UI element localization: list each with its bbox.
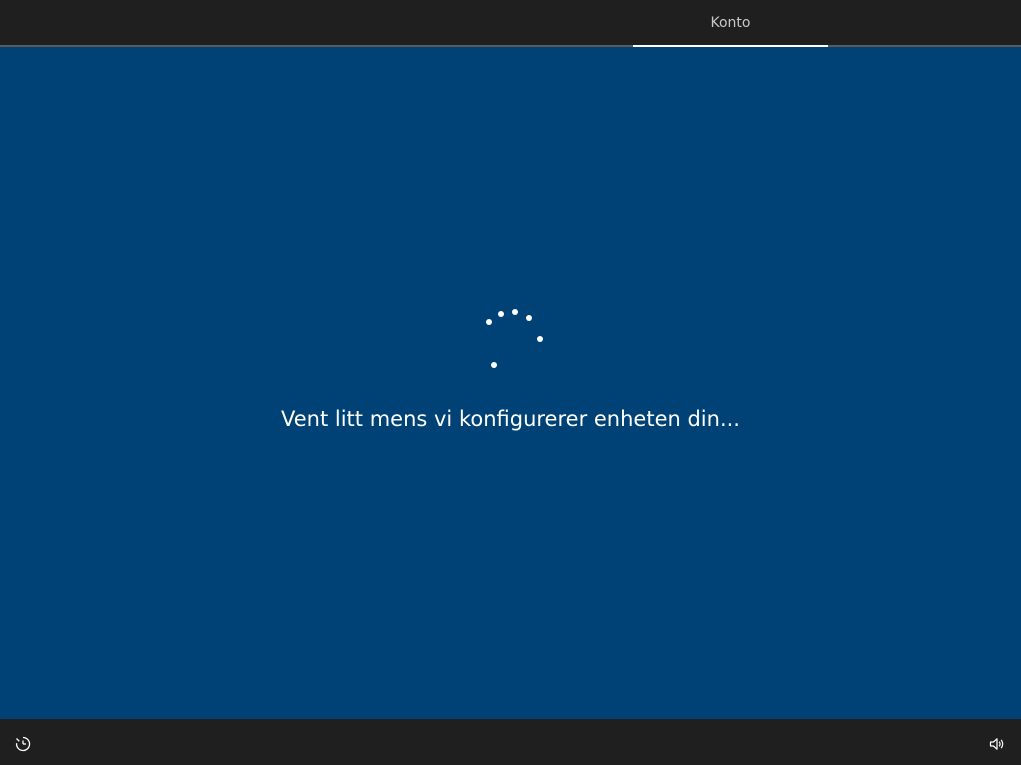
tab-konto-label: Konto (710, 14, 751, 31)
bottom-taskbar (0, 719, 1021, 765)
setup-status-message: Vent litt mens vi konfigurerer enheten d… (281, 407, 740, 431)
top-navigation-bar (0, 0, 1021, 45)
ease-of-access-button[interactable] (8, 729, 38, 759)
volume-icon (989, 738, 1004, 750)
tab-konto[interactable]: Konto (633, 0, 828, 45)
ease-of-access-icon (15, 736, 31, 752)
setup-content-area (0, 47, 1021, 719)
volume-button[interactable] (982, 729, 1012, 759)
